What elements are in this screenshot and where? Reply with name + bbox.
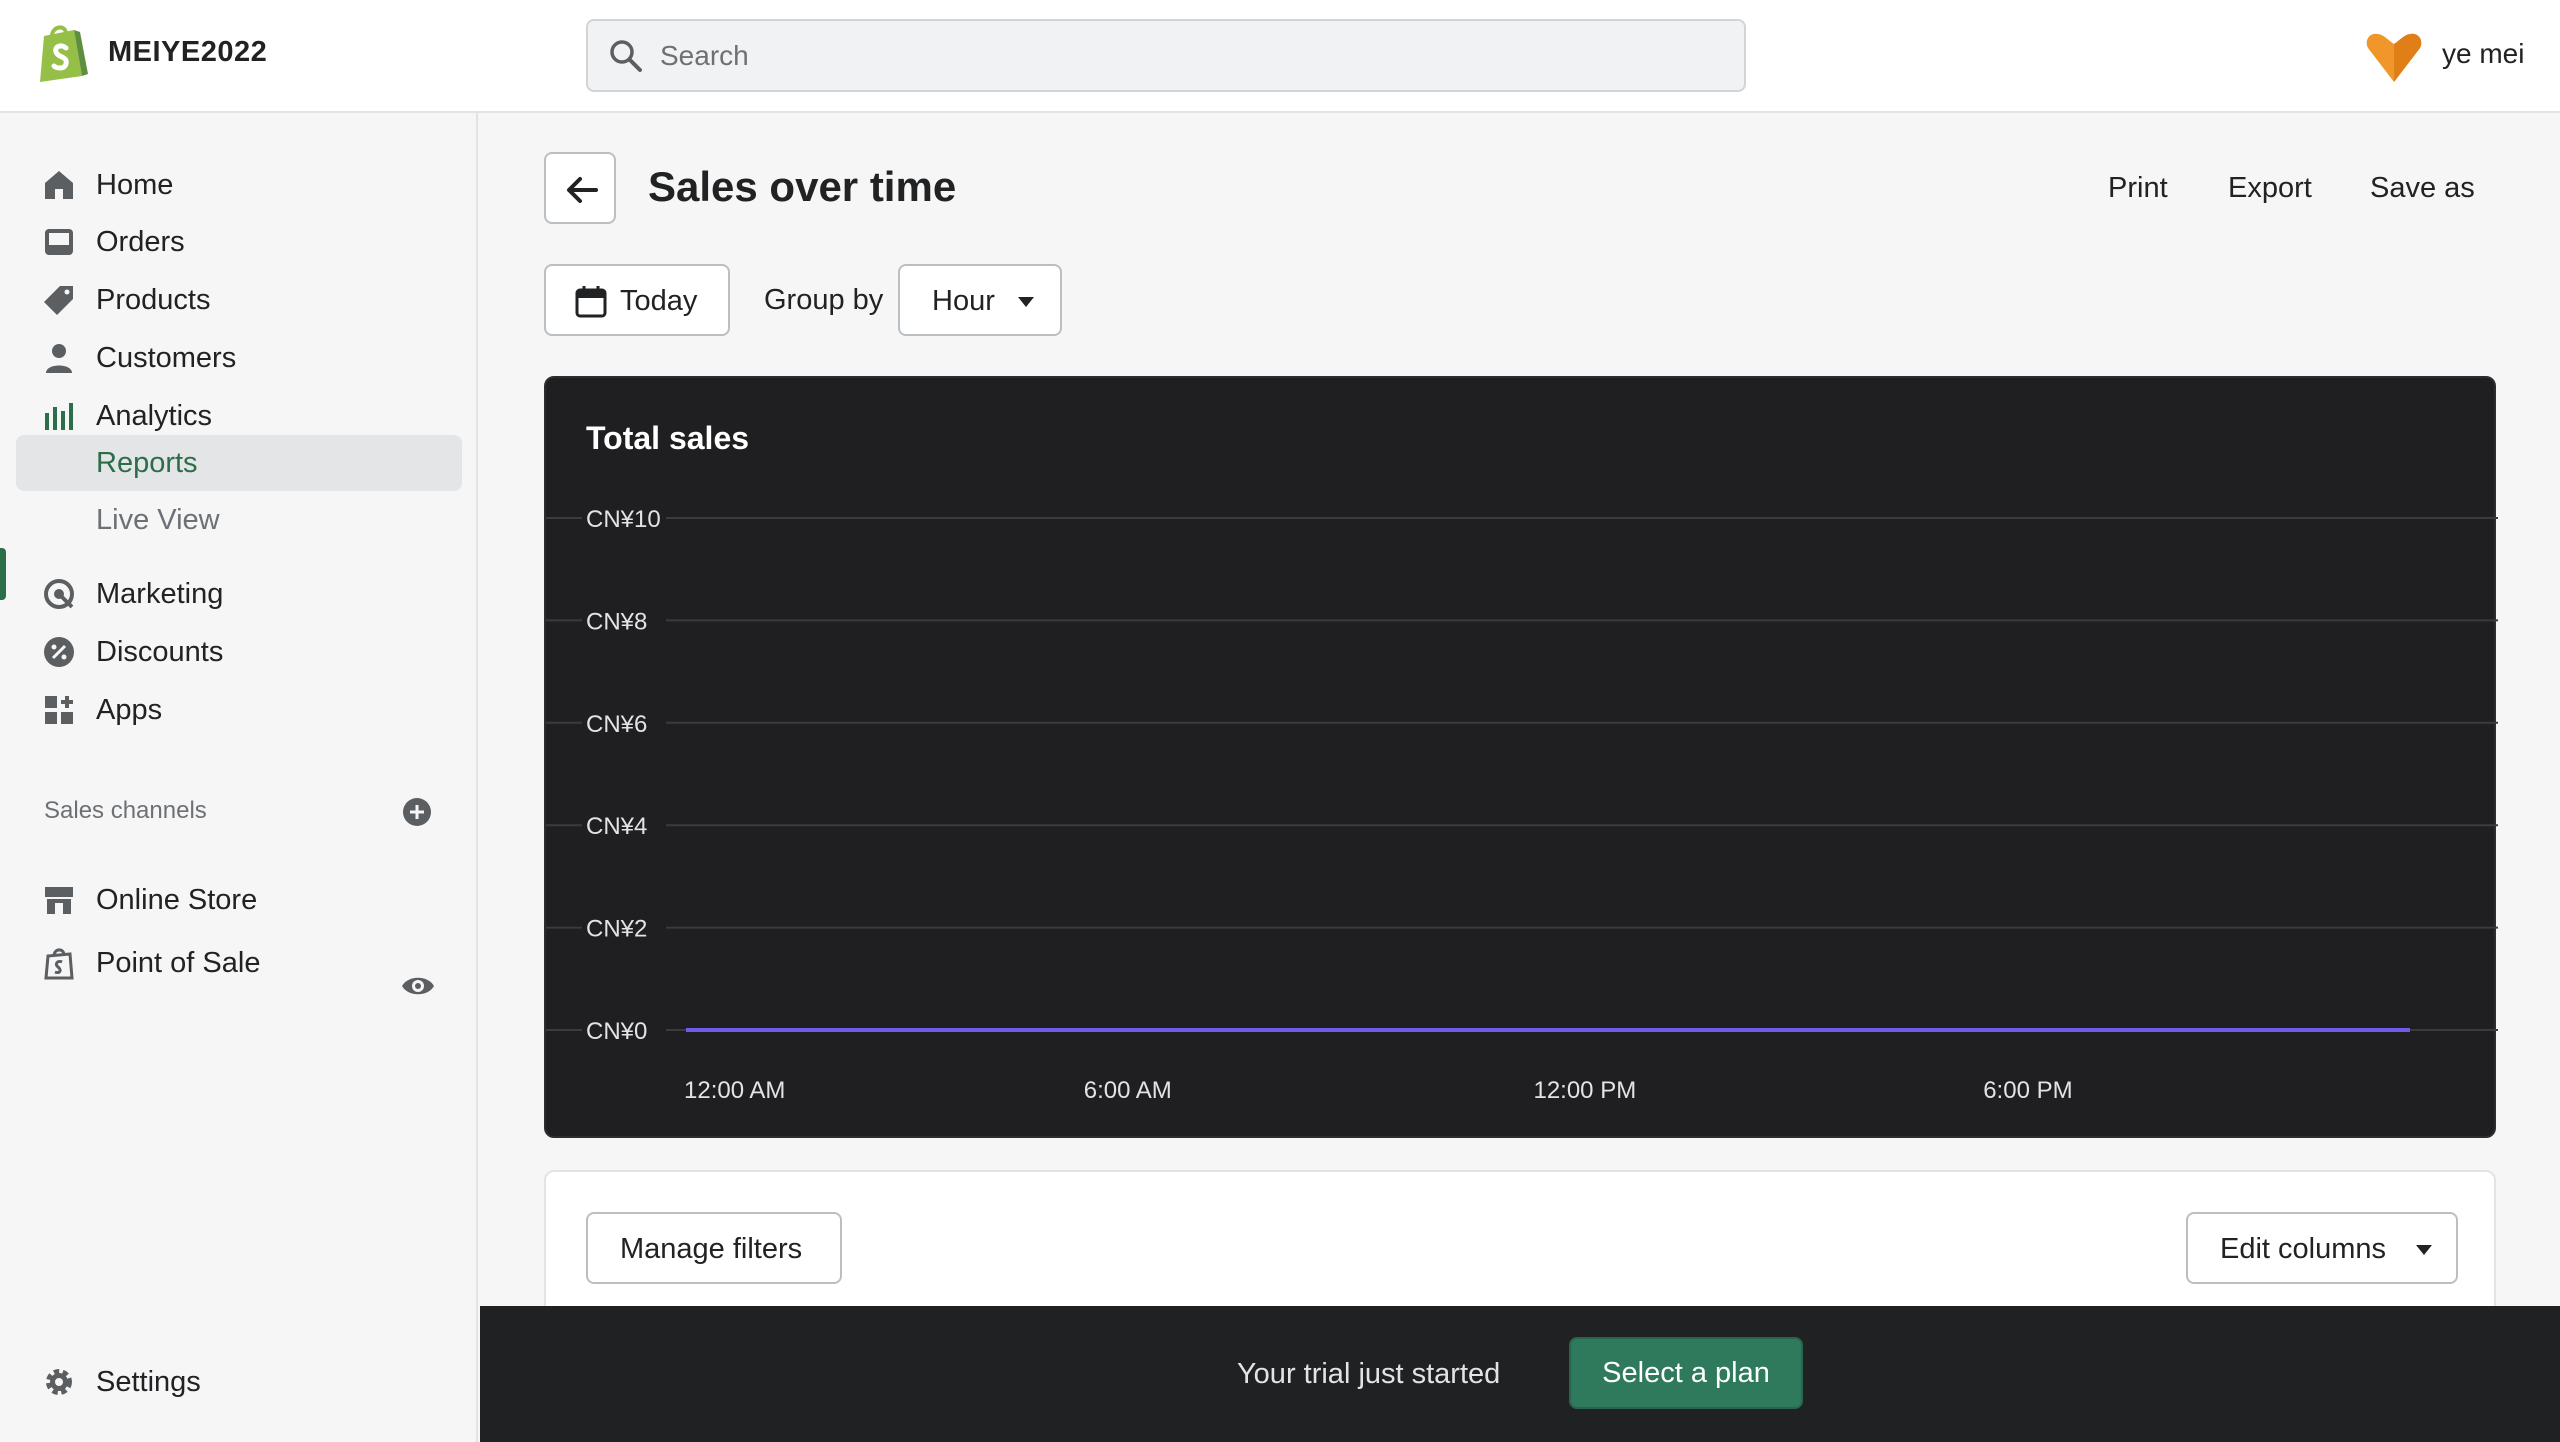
sidebar-item-label: Products [96, 283, 211, 316]
select-plan-button[interactable]: Select a plan [1569, 1337, 1803, 1409]
avatar[interactable] [2364, 28, 2424, 84]
search-input[interactable] [660, 33, 1720, 79]
apps-icon [42, 693, 76, 727]
search-icon [608, 38, 644, 74]
sidebar-item-label: Settings [96, 1365, 201, 1398]
sidebar-item-label: Discounts [96, 635, 224, 668]
manage-filters-label: Manage filters [620, 1233, 803, 1265]
y-tick-label: CN¥0 [586, 1018, 647, 1045]
sidebar-item-marketing[interactable]: Marketing [0, 566, 476, 622]
sidebar-item-label: Analytics [96, 399, 213, 432]
store-name[interactable]: MEIYE2022 [108, 36, 267, 69]
sidebar-item-label: Orders [96, 225, 185, 258]
arrow-left-icon [567, 177, 598, 203]
shopify-logo-icon[interactable] [36, 24, 88, 82]
edit-columns-label: Edit columns [2220, 1233, 2387, 1265]
x-tick-label: 12:00 AM [684, 1077, 785, 1104]
x-tick-label: 6:00 AM [1084, 1077, 1172, 1104]
gear-icon [42, 1365, 76, 1399]
sidebar-item-settings[interactable]: Settings [0, 1354, 476, 1410]
sidebar-item-online-store[interactable]: Online Store [0, 872, 476, 928]
sidebar-item-point-of-sale[interactable]: Point of Sale [0, 935, 476, 991]
sidebar-item-home[interactable]: Home [0, 157, 476, 213]
y-tick-label: CN¥8 [586, 608, 647, 635]
page-title: Sales over time [648, 163, 957, 210]
search-box[interactable] [586, 19, 1746, 92]
total-sales-chart-card: Total sales CN¥10 CN¥8 CN¥6 CN¥4 CN¥2 CN¥0 12:… [544, 376, 2498, 1138]
y-tick-label: CN¥4 [586, 813, 647, 840]
sidebar-item-label: Online Store [96, 883, 258, 916]
target-icon [42, 577, 76, 611]
person-icon [42, 341, 76, 375]
trial-banner: Your trial just started Select a plan [480, 1306, 2560, 1442]
sidebar-item-label: Reports [96, 446, 198, 479]
sidebar-item-label: Point of Sale [96, 946, 261, 979]
inbox-icon [42, 225, 76, 259]
group-by-value: Hour [932, 285, 995, 317]
x-tick-label: 12:00 PM [1533, 1077, 1636, 1104]
sidebar-item-discounts[interactable]: Discounts [0, 624, 476, 680]
date-range-label: Today [620, 285, 698, 317]
bar-chart-icon [42, 399, 76, 433]
sales-channels-title: Sales channels [44, 797, 207, 824]
sidebar-item-label: Apps [96, 693, 163, 726]
sidebar-item-label: Home [96, 168, 174, 201]
sidebar-item-label: Marketing [96, 577, 224, 610]
sales-line-chart: CN¥10 CN¥8 CN¥6 CN¥4 CN¥2 CN¥0 12:00 AM 6:00 AM… [546, 504, 2498, 1104]
caret-down-icon [1016, 296, 1036, 308]
top-bar: MEIYE2022 ye mei [0, 0, 2560, 113]
manage-filters-button[interactable]: Manage filters [586, 1212, 842, 1284]
sidebar-item-label: Customers [96, 341, 237, 374]
sidebar-item-orders[interactable]: Orders [0, 214, 476, 270]
sidebar-item-customers[interactable]: Customers [0, 330, 476, 386]
store-icon [42, 883, 76, 917]
group-by-label: Group by [764, 284, 884, 316]
save-as-button[interactable]: Save as [2370, 172, 2475, 205]
edit-columns-button[interactable]: Edit columns [2186, 1212, 2458, 1284]
sidebar-item-products[interactable]: Products [0, 272, 476, 328]
print-button[interactable]: Print [2108, 172, 2168, 205]
trial-text: Your trial just started [1237, 1358, 1501, 1390]
discount-icon [42, 635, 76, 669]
group-by-select[interactable]: Hour [898, 264, 1062, 336]
caret-down-icon [2414, 1244, 2434, 1256]
sidebar: Home Orders Products Customers Analytics… [0, 113, 478, 1442]
add-circle-icon[interactable] [402, 797, 432, 827]
x-tick-label: 6:00 PM [1983, 1077, 2072, 1104]
user-name[interactable]: ye mei [2442, 38, 2524, 70]
back-button[interactable] [544, 152, 616, 224]
y-tick-label: CN¥10 [586, 506, 661, 533]
export-button[interactable]: Export [2228, 172, 2312, 205]
sidebar-item-apps[interactable]: Apps [0, 682, 476, 738]
sidebar-item-label: Live View [96, 503, 220, 536]
date-range-button[interactable]: Today [544, 264, 730, 336]
y-tick-label: CN¥2 [586, 916, 647, 943]
home-icon [42, 168, 76, 202]
sidebar-item-live-view[interactable]: Live View [0, 492, 476, 548]
calendar-icon [574, 284, 608, 318]
pos-bag-icon [42, 946, 76, 980]
tag-icon [42, 283, 76, 317]
y-tick-label: CN¥6 [586, 711, 647, 738]
sidebar-item-reports[interactable]: Reports [16, 435, 462, 491]
